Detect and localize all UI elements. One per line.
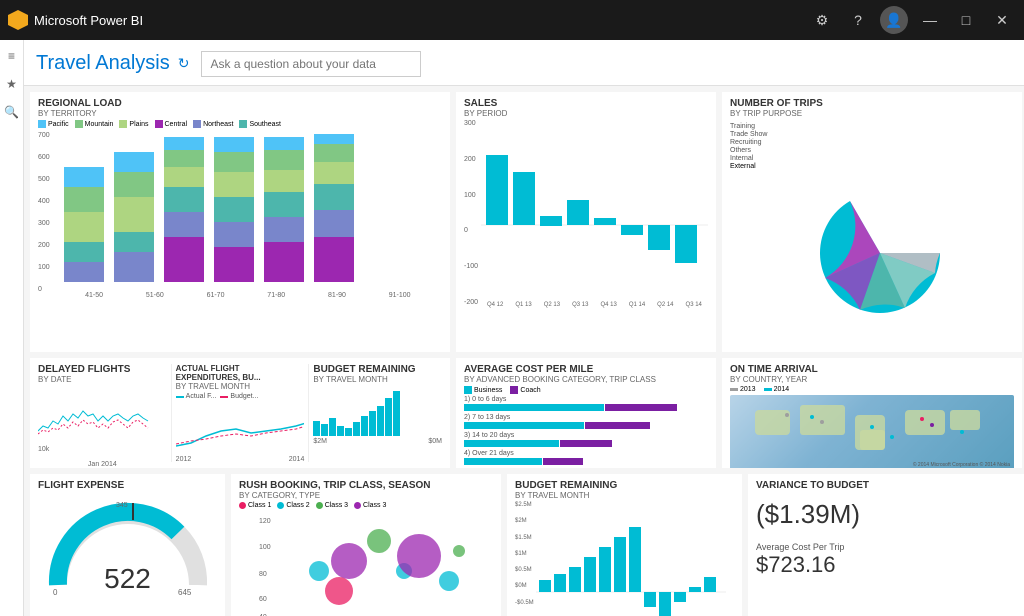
- actual-chart: [176, 401, 305, 451]
- svg-text:120: 120: [259, 518, 271, 525]
- powerbi-logo-icon: [8, 10, 28, 30]
- sales-chart: [481, 120, 708, 305]
- dashboard: Regional Load BY TERRITORY Pacific Mount…: [24, 86, 1024, 616]
- budget-lg-title: Budget Remaining: [515, 480, 734, 491]
- settings-button[interactable]: ⚙: [808, 6, 836, 34]
- sidebar: ≡ ★ 🔍: [0, 40, 24, 616]
- regional-load-chart: [54, 132, 442, 292]
- help-button[interactable]: ?: [844, 6, 872, 34]
- close-button[interactable]: ✕: [988, 6, 1016, 34]
- legend-central: Central: [155, 120, 188, 128]
- legend-northeast: Northeast: [193, 120, 233, 128]
- regional-load-legend: Pacific Mountain Plains Central Northeas…: [38, 120, 442, 128]
- main-content: Travel Analysis ↻ Regional Load BY TERRI…: [24, 40, 1024, 616]
- delayed-chart: [38, 386, 167, 441]
- budget-sm-title: Budget Remaining: [313, 364, 442, 375]
- sidebar-search-icon[interactable]: 🔍: [4, 104, 20, 120]
- trips-subtitle: BY TRIP PURPOSE: [730, 109, 1014, 118]
- user-button[interactable]: 👤: [880, 6, 908, 34]
- rush-title: Rush Booking, Trip Class, Season: [239, 480, 493, 491]
- page-title: Travel Analysis: [36, 52, 170, 75]
- legend-pacific: Pacific: [38, 120, 69, 128]
- variance-value: ($1.39M): [756, 499, 1020, 530]
- trips-pie-chart: [790, 163, 970, 343]
- minimize-button[interactable]: —: [916, 6, 944, 34]
- rush-subtitle: BY CATEGORY, TYPE: [239, 491, 493, 500]
- delayed-subtitle: BY DATE: [38, 375, 167, 384]
- page-header: Travel Analysis ↻: [24, 40, 1024, 86]
- tile-variance: Variance to Budget ($1.39M) Average Cost…: [748, 474, 1024, 616]
- actual-subtitle: BY TRAVEL MONTH: [176, 382, 305, 391]
- tile-delayed-flights: Delayed Flights BY DATE 10k Jan 2014: [30, 358, 450, 468]
- ontime-map: © 2014 Microsoft Corporation © 2014 Noki…: [730, 395, 1014, 468]
- tile-flight-expense: Flight Expense 0 645: [30, 474, 225, 616]
- avg-cost-trip-label: Average Cost Per Trip: [756, 542, 1020, 552]
- svg-text:100: 100: [259, 544, 271, 551]
- svg-text:345: 345: [116, 502, 128, 509]
- trips-title: Number of Trips: [730, 98, 1014, 109]
- delayed-x-label: Jan 2014: [88, 461, 117, 468]
- bubble-chart: 120 100 80 60 40: [259, 511, 499, 616]
- tile-budget-remaining-lg: Budget Remaining BY TRAVEL MONTH $2.5M $…: [507, 474, 742, 616]
- legend-southeast: Southeast: [239, 120, 281, 128]
- flight-exp-title: Flight Expense: [38, 480, 217, 491]
- sales-subtitle: BY PERIOD: [464, 109, 708, 118]
- avg-cost-subtitle: BY ADVANCED BOOKING CATEGORY, TRIP CLASS: [464, 375, 708, 384]
- avg-cost-title: Average Cost Per Mile: [464, 364, 708, 375]
- legend-mountain: Mountain: [75, 120, 114, 128]
- delayed-title: Delayed Flights: [38, 364, 167, 375]
- tile-avg-cost: Average Cost Per Mile BY ADVANCED BOOKIN…: [456, 358, 716, 468]
- tile-sales: Sales BY PERIOD 300 200 100 0 -100 -200: [456, 92, 716, 352]
- tile-trips: Number of Trips BY TRIP PURPOSE Training…: [722, 92, 1022, 352]
- sidebar-bookmark-icon[interactable]: ★: [4, 76, 20, 92]
- row3: Flight Expense 0 645: [30, 474, 1024, 616]
- maximize-button[interactable]: □: [952, 6, 980, 34]
- svg-text:60: 60: [259, 596, 267, 603]
- topbar: Microsoft Power BI ⚙ ? 👤 — □ ✕: [0, 0, 1024, 40]
- budget-sm-subtitle: BY TRAVEL MONTH: [313, 375, 442, 384]
- app-name-label: Microsoft Power BI: [34, 13, 143, 28]
- legend-plains: Plains: [119, 120, 148, 128]
- sidebar-menu-icon[interactable]: ≡: [4, 48, 20, 64]
- budget-lg-chart: [536, 502, 726, 616]
- svg-text:80: 80: [259, 571, 267, 578]
- regional-load-title: Regional Load: [38, 98, 442, 109]
- sales-title: Sales: [464, 98, 708, 109]
- tile-rush-booking: Rush Booking, Trip Class, Season BY CATE…: [231, 474, 501, 616]
- tile-ontime: On Time Arrival BY COUNTRY, YEAR 2013 20…: [722, 358, 1022, 468]
- qa-input[interactable]: [201, 51, 421, 77]
- refresh-icon[interactable]: ↻: [178, 55, 190, 72]
- budget-lg-subtitle: BY TRAVEL MONTH: [515, 491, 734, 500]
- ontime-title: On Time Arrival: [730, 364, 1014, 375]
- actual-title: Actual Flight Expenditures, Bu...: [176, 364, 305, 382]
- regional-load-subtitle: BY TERRITORY: [38, 109, 442, 118]
- logo-area: Microsoft Power BI: [8, 10, 143, 30]
- avg-cost-trip-value: $723.16: [756, 552, 1020, 578]
- ontime-subtitle: BY COUNTRY, YEAR: [730, 375, 1014, 384]
- tile-regional-load: Regional Load BY TERRITORY Pacific Mount…: [30, 92, 450, 352]
- gauge-value: 522: [48, 563, 208, 595]
- variance-title: Variance to Budget: [756, 480, 1020, 491]
